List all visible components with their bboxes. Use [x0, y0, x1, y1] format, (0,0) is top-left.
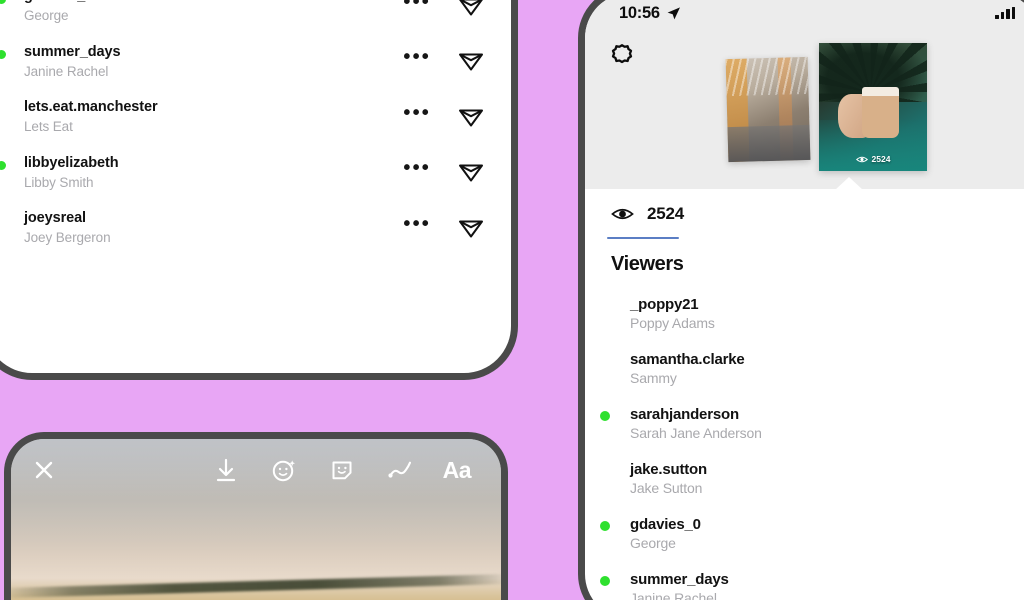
- views-metric-tab[interactable]: 2524: [585, 189, 1024, 239]
- thumbnail-view-badge: 2524: [819, 154, 927, 164]
- viewer-names: summer_days Janine Rachel: [630, 571, 729, 600]
- username: gdavies_0: [24, 0, 93, 4]
- share-row-names: summer_days Janine Rachel: [24, 43, 403, 80]
- eye-icon: [611, 206, 634, 222]
- fullname: Jake Sutton: [630, 480, 703, 496]
- viewer-names: sarahjanderson Sarah Jane Anderson: [630, 406, 762, 441]
- username: lets.eat.manchester: [24, 99, 158, 116]
- cellular-signal-icon: [995, 7, 1015, 19]
- fullname: Lets Eat: [24, 119, 73, 135]
- online-status-dot: [0, 159, 8, 173]
- username: summer_days: [24, 43, 121, 60]
- share-row[interactable]: summer_days Janine Rachel •••: [0, 34, 511, 90]
- fullname: George: [630, 535, 676, 551]
- share-row-names: libbyelizabeth Libby Smith: [24, 154, 403, 191]
- story-thumbnail-previous[interactable]: [725, 56, 811, 163]
- online-status-dot: [598, 573, 612, 588]
- fullname: George: [24, 8, 69, 24]
- fullname: Joey Bergeron: [24, 230, 111, 246]
- story-insights-panel: 10:56 2524 2524 Viewers _poppy21 Poppy A…: [578, 0, 1024, 600]
- fullname: Sarah Jane Anderson: [630, 425, 762, 441]
- send-paper-plane-icon[interactable]: [457, 214, 485, 242]
- share-row[interactable]: joeysreal Joey Bergeron •••: [0, 200, 511, 256]
- viewers-list[interactable]: _poppy21 Poppy Adams samantha.clarke Sammy s…: [585, 286, 1024, 600]
- viewer-row[interactable]: _poppy21 Poppy Adams: [585, 286, 1024, 341]
- send-paper-plane-icon[interactable]: [457, 0, 485, 20]
- username: sarahjanderson: [630, 406, 739, 423]
- username: gdavies_0: [630, 516, 701, 533]
- effects-icon[interactable]: [269, 455, 299, 485]
- sticker-icon[interactable]: [327, 455, 357, 485]
- username: samantha.clarke: [630, 351, 745, 368]
- viewer-row[interactable]: summer_days Janine Rachel: [585, 561, 1024, 600]
- share-row-names: gdavies_0 George: [24, 0, 403, 24]
- viewer-names: gdavies_0 George: [630, 516, 701, 551]
- fullname: Libby Smith: [24, 174, 94, 190]
- share-row[interactable]: libbyelizabeth Libby Smith •••: [0, 145, 511, 201]
- username: summer_days: [630, 571, 729, 588]
- share-row[interactable]: lets.eat.manchester Lets Eat •••: [0, 89, 511, 145]
- story-preview-area: 2524: [585, 33, 1024, 190]
- more-options-icon[interactable]: •••: [403, 0, 431, 20]
- share-list[interactable]: sarahjandersonSarah Jane Anderson•••jake…: [0, 0, 511, 256]
- status-time: 10:56: [619, 3, 660, 22]
- location-arrow-icon: [666, 6, 681, 21]
- story-editor-panel: Aa: [4, 432, 508, 600]
- settings-gear-icon[interactable]: [607, 41, 637, 71]
- viewer-row[interactable]: gdavies_0 George: [585, 506, 1024, 561]
- story-thumbnail-current[interactable]: 2524: [819, 43, 927, 171]
- editor-toolbar: Aa: [11, 455, 501, 485]
- online-status-dot: [598, 408, 612, 423]
- username: _poppy21: [630, 296, 699, 313]
- fullname: Janine Rachel: [24, 63, 109, 79]
- more-options-icon[interactable]: •••: [403, 214, 431, 242]
- more-options-icon[interactable]: •••: [403, 47, 431, 75]
- share-sheet-panel: sarahjandersonSarah Jane Anderson•••jake…: [0, 0, 518, 380]
- send-paper-plane-icon[interactable]: [457, 47, 485, 75]
- fullname: Sammy: [630, 370, 677, 386]
- more-options-icon[interactable]: •••: [403, 158, 431, 186]
- more-options-icon[interactable]: •••: [403, 103, 431, 131]
- active-tab-indicator: [607, 236, 679, 239]
- send-paper-plane-icon[interactable]: [457, 103, 485, 131]
- online-status-dot: [0, 48, 8, 62]
- username: jake.sutton: [630, 461, 707, 478]
- close-icon[interactable]: [29, 455, 59, 485]
- status-bar: 10:56: [585, 0, 1024, 33]
- viewer-names: samantha.clarke Sammy: [630, 351, 745, 386]
- share-row-names: joeysreal Joey Bergeron: [24, 209, 403, 246]
- viewers-heading: Viewers: [611, 253, 684, 275]
- share-row-names: lets.eat.manchester Lets Eat: [24, 98, 403, 135]
- online-status-dot: [0, 0, 8, 6]
- share-row[interactable]: gdavies_0 George •••: [0, 0, 511, 34]
- username: libbyelizabeth: [24, 154, 119, 171]
- viewer-names: _poppy21 Poppy Adams: [630, 296, 715, 331]
- viewer-row[interactable]: jake.sutton Jake Sutton: [585, 451, 1024, 506]
- viewer-names: jake.sutton Jake Sutton: [630, 461, 707, 496]
- story-thumbnails[interactable]: 2524: [717, 41, 947, 173]
- fullname: Poppy Adams: [630, 315, 715, 331]
- username: joeysreal: [24, 210, 86, 227]
- online-status-dot: [598, 518, 612, 533]
- eye-icon: [855, 156, 868, 162]
- viewer-row[interactable]: sarahjanderson Sarah Jane Anderson: [585, 396, 1024, 451]
- fullname: Janine Rachel: [630, 590, 717, 600]
- draw-icon[interactable]: [385, 455, 415, 485]
- treeline: [11, 573, 501, 598]
- views-count: 2524: [647, 204, 685, 223]
- viewer-row[interactable]: samantha.clarke Sammy: [585, 341, 1024, 396]
- thumbnail-view-count: 2524: [871, 154, 891, 164]
- text-icon[interactable]: Aa: [443, 455, 472, 485]
- send-paper-plane-icon[interactable]: [457, 158, 485, 186]
- save-icon[interactable]: [211, 455, 241, 485]
